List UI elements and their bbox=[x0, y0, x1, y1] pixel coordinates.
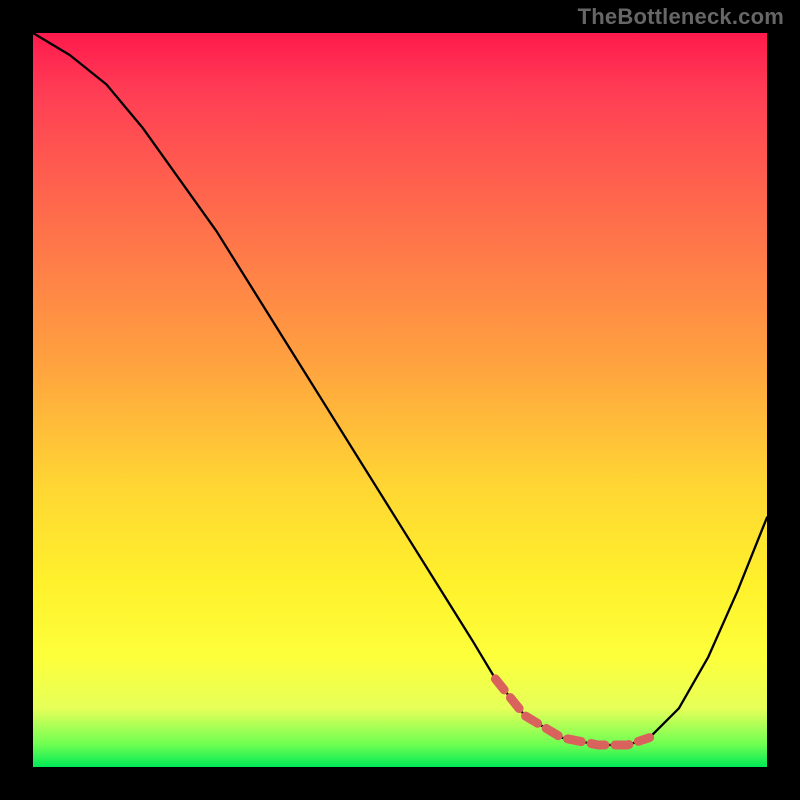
chart-svg bbox=[33, 33, 767, 767]
watermark-text: TheBottleneck.com bbox=[578, 4, 784, 30]
optimal-range-marker bbox=[495, 679, 649, 745]
chart-frame: TheBottleneck.com bbox=[0, 0, 800, 800]
bottleneck-curve bbox=[33, 33, 767, 745]
plot-area bbox=[33, 33, 767, 767]
